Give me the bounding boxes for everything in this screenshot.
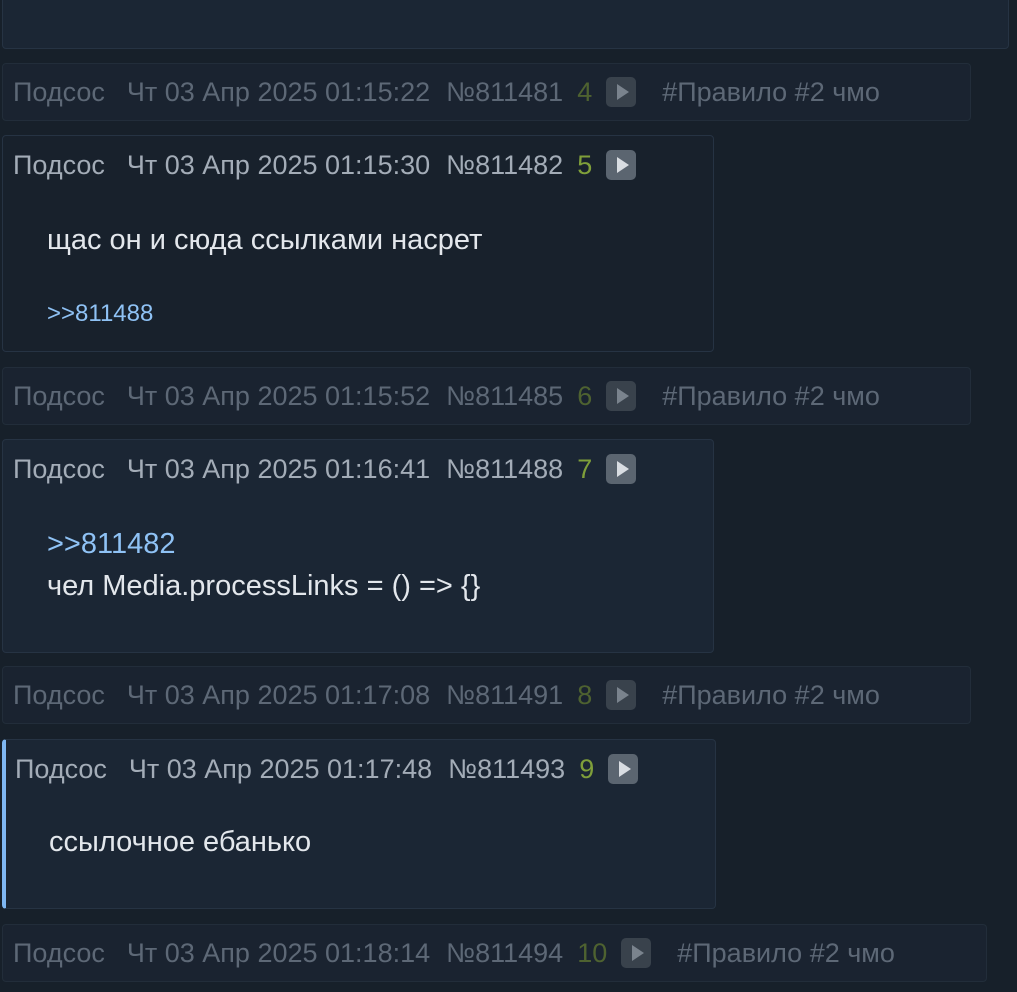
post-header: Подсос Чт 03 Апр 2025 01:17:08 №811491 8… bbox=[13, 675, 880, 715]
post-number[interactable]: №811485 bbox=[446, 381, 563, 412]
poster-name[interactable]: Подсос bbox=[13, 938, 105, 969]
post-count: 10 bbox=[577, 937, 608, 968]
post-count: 8 bbox=[577, 679, 593, 710]
post-date: Чт 03 Апр 2025 01:15:52 bbox=[126, 380, 431, 411]
poster-name[interactable]: Подсос bbox=[13, 454, 105, 485]
post-811485-hidden: Подсос Чт 03 Апр 2025 01:15:52 №811485 6… bbox=[2, 367, 971, 425]
poster-name[interactable]: Подсос bbox=[13, 680, 105, 711]
post-811493: Подсос Чт 03 Апр 2025 01:17:48 №811493 9… bbox=[2, 739, 716, 909]
poster-name[interactable]: Подсос bbox=[13, 77, 105, 108]
hide-reason: #Правило #2 чмо bbox=[677, 937, 895, 968]
post-date: Чт 03 Апр 2025 01:17:08 bbox=[126, 679, 431, 710]
play-icon[interactable] bbox=[606, 150, 637, 180]
post-date: Чт 03 Апр 2025 01:15:30 bbox=[126, 149, 431, 180]
reply-link[interactable]: >>811488 bbox=[47, 300, 153, 328]
post-number[interactable]: №811488 bbox=[446, 454, 563, 485]
post-number[interactable]: №811481 bbox=[446, 77, 563, 108]
post-header: Подсос Чт 03 Апр 2025 01:17:48 №811493 9 bbox=[15, 749, 664, 789]
post-date: Чт 03 Апр 2025 01:15:22 bbox=[126, 76, 431, 107]
reply-link[interactable]: >>811482 bbox=[47, 528, 176, 561]
hide-reason: #Правило #2 чмо bbox=[662, 679, 880, 710]
post-count: 5 bbox=[577, 149, 593, 180]
post-header: Подсос Чт 03 Апр 2025 01:15:22 №811481 4… bbox=[13, 72, 880, 112]
post-count: 6 bbox=[577, 380, 593, 411]
post-number[interactable]: №811491 bbox=[446, 680, 563, 711]
post-number[interactable]: №811493 bbox=[448, 754, 565, 785]
poster-name[interactable]: Подсос bbox=[13, 381, 105, 412]
play-icon[interactable] bbox=[606, 77, 637, 107]
post-header: Подсос Чт 03 Апр 2025 01:16:41 №811488 7 bbox=[13, 449, 662, 489]
post-header: Подсос Чт 03 Апр 2025 01:18:14 №811494 1… bbox=[13, 933, 895, 973]
post-count: 7 bbox=[577, 453, 593, 484]
post-number[interactable]: №811494 bbox=[446, 938, 563, 969]
post-message: ссылочное ебанько bbox=[49, 826, 312, 858]
post-message: щас он и сюда ссылками насрет bbox=[47, 224, 483, 256]
play-icon[interactable] bbox=[606, 381, 637, 411]
play-icon[interactable] bbox=[606, 680, 637, 710]
play-icon[interactable] bbox=[606, 454, 637, 484]
post-count: 9 bbox=[579, 753, 595, 784]
post-header: Подсос Чт 03 Апр 2025 01:15:30 №811482 5 bbox=[13, 145, 662, 185]
play-icon[interactable] bbox=[621, 938, 652, 968]
poster-name[interactable]: Подсос bbox=[13, 150, 105, 181]
post-count: 4 bbox=[577, 76, 593, 107]
post-date: Чт 03 Апр 2025 01:16:41 bbox=[126, 453, 431, 484]
post-811491-hidden: Подсос Чт 03 Апр 2025 01:17:08 №811491 8… bbox=[2, 666, 971, 724]
post-811481-hidden: Подсос Чт 03 Апр 2025 01:15:22 №811481 4… bbox=[2, 63, 971, 121]
post-811494-hidden: Подсос Чт 03 Апр 2025 01:18:14 №811494 1… bbox=[2, 924, 987, 982]
post-811488: Подсос Чт 03 Апр 2025 01:16:41 №811488 7… bbox=[2, 439, 714, 653]
hide-reason: #Правило #2 чмо bbox=[662, 380, 880, 411]
play-icon[interactable] bbox=[608, 754, 639, 784]
poster-name[interactable]: Подсос bbox=[15, 754, 107, 785]
hide-reason: #Правило #2 чмо bbox=[662, 76, 880, 107]
post-message: чел Media.processLinks = () => {} bbox=[47, 570, 481, 602]
post-date: Чт 03 Апр 2025 01:18:14 bbox=[126, 937, 431, 968]
post-811482: Подсос Чт 03 Апр 2025 01:15:30 №811482 5… bbox=[2, 135, 714, 352]
post-partial-top bbox=[2, 0, 1009, 49]
post-number[interactable]: №811482 bbox=[446, 150, 563, 181]
post-header: Подсос Чт 03 Апр 2025 01:15:52 №811485 6… bbox=[13, 376, 880, 416]
post-date: Чт 03 Апр 2025 01:17:48 bbox=[128, 753, 433, 784]
